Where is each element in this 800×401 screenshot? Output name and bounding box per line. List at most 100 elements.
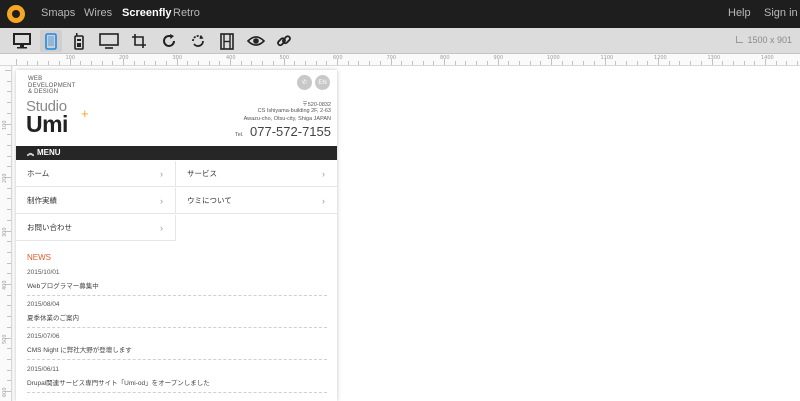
news-title[interactable]: Webプログラマー募集中 [27,280,99,290]
ruler-label: 500 [2,333,8,344]
ruler-label: 900 [493,55,504,61]
ruler-tick [561,61,563,65]
menu-item-label: サービス [187,169,217,178]
nav-screenfly[interactable]: Screenfly [122,7,172,19]
ruler-tick [7,316,11,318]
ruler-tick [786,61,788,65]
top-nav: Smaps Wires Screenfly Retro Help Sign in [0,0,800,28]
news-item[interactable]: 2015/08/04 夏季休業のご案内 [27,296,327,328]
ruler-tick [5,70,11,71]
ruler-tick [465,61,467,65]
ruler-tick [165,61,167,65]
crop-icon[interactable] [128,30,150,52]
ruler-tick [7,294,11,296]
link-icon[interactable] [273,30,295,52]
news-date: 2015/07/06 [27,333,60,340]
ruler-label: 800 [440,55,450,61]
ruler-tick [37,61,39,65]
vertical-ruler: 100 200 300 400 500 600 [0,66,12,401]
menu-item-about[interactable]: ウミについて › [176,188,337,214]
news-title[interactable]: 夏季休業のご案内 [27,312,79,322]
menu-item-label: ウミについて [187,196,232,205]
menu-item-label: ホーム [27,169,50,178]
device-toolbar: 1500 x 901 [0,28,800,54]
ruler-tick [797,61,799,65]
film-icon[interactable] [216,30,238,52]
ruler-label: 400 [226,55,236,61]
ruler-tick [240,61,242,65]
news-item[interactable]: 2015/06/11 Drupal関連サービス専門サイト「Umi-od」をオープ… [27,361,327,393]
app-logo-icon[interactable] [7,5,25,23]
ruler-label: 200 [2,173,8,183]
phone-button[interactable]: ✆ [297,75,312,90]
ruler-tick [347,61,349,65]
ruler-tick [7,273,11,275]
ruler-tick [26,61,28,65]
phone-icon[interactable] [68,30,90,52]
address-city: Awazu-cho, Otsu-city, Shiga JAPAN [243,116,331,122]
news-date: 2015/10/01 [27,269,60,276]
ruler-tick [7,102,11,104]
signin-link[interactable]: Sign in [764,7,798,19]
help-link[interactable]: Help [728,7,751,19]
ruler-label: 100 [2,119,8,130]
ruler-tick [593,61,595,65]
eye-icon[interactable] [245,30,267,52]
ruler-tick [679,61,681,65]
ruler-tick [7,187,11,189]
english-button[interactable]: EN [315,75,330,90]
tel-label: Tel. [235,132,244,138]
menu-item-works[interactable]: 制作実績 › [16,188,176,214]
ruler-label: 1100 [600,55,614,61]
ruler-tick [572,61,574,65]
ruler-tick [208,61,210,65]
ruler-tick [7,209,11,211]
menu-item-contact[interactable]: お問い合わせ › [16,215,176,241]
ruler-tick [7,219,11,221]
tel-number[interactable]: 077-572-7155 [250,124,331,139]
tablet-icon[interactable] [40,30,62,52]
ruler-tick [700,61,702,65]
ruler-tick [251,61,253,65]
menu-label: MENU [37,148,61,157]
ruler-label: 300 [172,55,183,61]
ruler-tick [155,61,157,65]
refresh-icon[interactable] [187,30,209,52]
menu-toggle[interactable]: ︽ MENU [16,146,337,160]
news-item[interactable]: 2015/10/01 Webプログラマー募集中 [27,264,327,296]
brand-umi[interactable]: Umi [26,111,68,138]
tv-icon[interactable] [98,30,120,52]
desktop-icon[interactable] [11,30,33,52]
ruler-tick [668,61,670,65]
zip-code: 〒520-0832 [302,102,331,108]
nav-retro[interactable]: Retro [173,7,200,19]
ruler-tick [486,61,488,65]
ruler-tick [775,61,777,65]
menu-item-home[interactable]: ホーム › [16,161,176,187]
ruler-tick [187,61,189,65]
menu-item-label: 制作実績 [27,196,57,205]
news-title[interactable]: CMS Night に弊社大野が登壇します [27,344,132,354]
ruler-tick [315,61,317,65]
news-title[interactable]: Drupal関連サービス専門サイト「Umi-od」をオープンしました [27,377,210,387]
news-date: 2015/06/11 [27,366,60,373]
ruler-tick [7,112,11,114]
brand-tagline: WEB DEVELOPMENT & DESIGN [28,76,76,96]
nav-smaps[interactable]: Smaps [41,7,75,19]
rotate-icon[interactable] [158,30,180,52]
news-item[interactable]: 2015/07/06 CMS Night に弊社大野が登壇します [27,328,327,360]
nav-wires[interactable]: Wires [84,7,112,19]
ruler-tick [732,61,734,65]
ruler-tick [7,166,11,168]
ruler-tick [7,358,11,360]
viewport-dimensions: 1500 x 901 [736,35,792,45]
ruler-tick [358,61,360,65]
ruler-tick [7,380,11,382]
ruler-tick [529,61,531,65]
menu-item-service[interactable]: サービス › [176,161,337,187]
chevron-right-icon: › [322,169,325,179]
ruler-label: 500 [279,55,290,61]
ruler-tick [7,80,11,82]
chevron-right-icon: › [322,196,325,206]
ruler-label: 300 [2,226,8,237]
